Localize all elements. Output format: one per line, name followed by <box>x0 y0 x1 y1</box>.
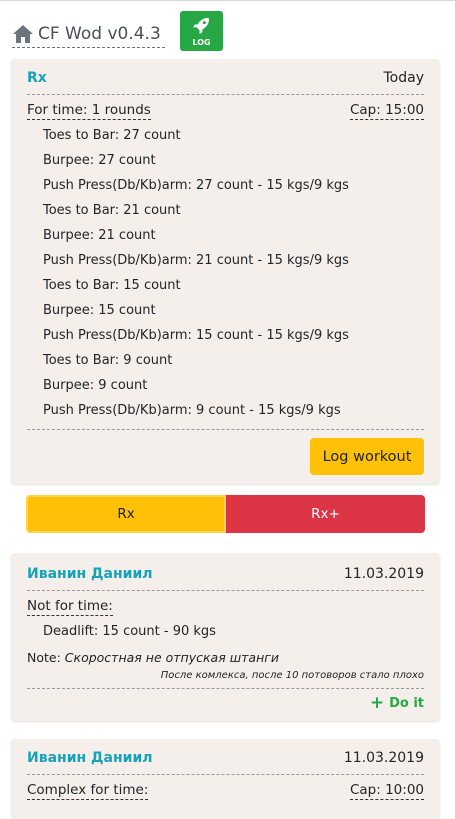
feed-card: Иванин Даниил 11.03.2019 Not for time: D… <box>11 553 440 721</box>
rocket-icon <box>192 17 210 35</box>
author-link[interactable]: Иванин Даниил <box>27 750 153 766</box>
exercise-item: Toes to Bar: 15 count <box>43 278 181 293</box>
exercise-item: Burpee: 27 count <box>43 153 156 168</box>
exercise-item: Toes to Bar: 9 count <box>43 353 173 368</box>
exercise-item: Burpee: 15 count <box>43 303 156 318</box>
level-rx-button[interactable]: Rx <box>26 495 226 533</box>
comment-text: После комлекса, после 10 потоворов стало… <box>160 670 424 681</box>
wod-type: For time: 1 rounds <box>27 102 151 120</box>
wod-cap: Cap: 15:00 <box>349 102 424 120</box>
level-toggle: Rx Rx+ <box>26 495 425 533</box>
do-it-button[interactable]: + Do it <box>370 695 424 712</box>
divider <box>27 774 424 775</box>
log-button[interactable]: LOG <box>180 11 223 51</box>
wod-type: Complex for time: <box>27 782 149 800</box>
log-workout-button[interactable]: Log workout <box>310 438 424 475</box>
wod-title: Rx <box>27 70 47 86</box>
exercise-item: Toes to Bar: 21 count <box>43 203 181 218</box>
note-text: Скоростная не отпуская штанги <box>64 650 279 665</box>
author-link[interactable]: Иванин Даниил <box>27 566 153 582</box>
wod-type: Not for time: <box>27 598 113 616</box>
wod-cap: Cap: 10:00 <box>349 782 424 800</box>
divider <box>27 688 424 689</box>
exercise-item: Push Press(Db/Kb)arm: 9 count - 15 kgs/9… <box>43 403 341 418</box>
feed-card: Иванин Даниил 11.03.2019 Complex for tim… <box>11 739 440 819</box>
divider <box>27 94 424 95</box>
exercise-item: Push Press(Db/Kb)arm: 15 count - 15 kgs/… <box>43 328 349 343</box>
plus-icon: + <box>369 693 385 713</box>
app-title: CF Wod v0.4.3 <box>38 24 161 44</box>
divider <box>27 429 424 430</box>
current-wod-card: Rx Today For time: 1 rounds Cap: 15:00 T… <box>11 59 440 484</box>
brand-link[interactable]: CF Wod v0.4.3 <box>12 21 165 48</box>
exercise-item: Toes to Bar: 27 count <box>43 128 181 143</box>
note-label: Note: <box>27 650 61 665</box>
exercise-item: Deadlift: 15 count - 90 kgs <box>43 624 216 639</box>
exercise-item: Burpee: 9 count <box>43 378 148 393</box>
do-it-label: Do it <box>389 696 424 711</box>
wod-date: Today <box>383 70 425 86</box>
exercise-item: Push Press(Db/Kb)arm: 27 count - 15 kgs/… <box>43 178 349 193</box>
feed-date: 11.03.2019 <box>343 750 424 766</box>
top-navbar: CF Wod v0.4.3 LOG <box>0 0 455 59</box>
exercise-item: Burpee: 21 count <box>43 228 156 243</box>
level-rxplus-button[interactable]: Rx+ <box>226 495 425 533</box>
log-button-label: LOG <box>192 38 211 47</box>
divider <box>27 590 424 591</box>
exercise-item: Push Press(Db/Kb)arm: 21 count - 15 kgs/… <box>43 253 349 268</box>
feed-date: 11.03.2019 <box>343 566 424 582</box>
note: Note: Скоростная не отпуская штанги <box>27 650 279 665</box>
home-icon <box>13 25 33 43</box>
